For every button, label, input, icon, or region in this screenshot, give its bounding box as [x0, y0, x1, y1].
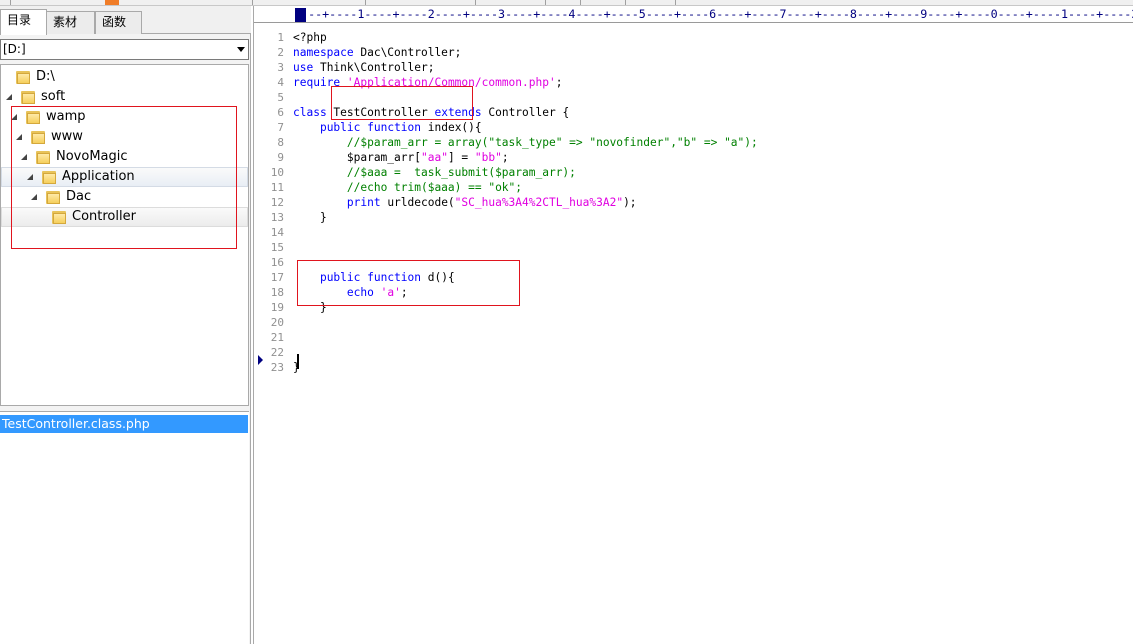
panel-tabs: 目录 素材 函数: [0, 6, 251, 35]
tree-item-label: Dac: [66, 189, 92, 204]
tree-item-dac[interactable]: Dac: [1, 187, 248, 207]
column-ruler: ----+----1----+----2----+----3----+----4…: [254, 6, 1133, 23]
drive-select-value: [D:]: [3, 42, 26, 56]
tab-directory[interactable]: 目录: [0, 9, 47, 35]
folder-icon: [36, 150, 50, 164]
toolbar-separator: [675, 0, 676, 5]
code-line[interactable]: }: [293, 211, 327, 224]
tab-functions[interactable]: 函数: [95, 11, 142, 34]
code-line[interactable]: require 'Application/Common/common.php';: [293, 76, 562, 89]
line-number: 8: [277, 136, 284, 149]
tree-item-label: soft: [41, 89, 66, 104]
code-line[interactable]: }: [293, 301, 327, 314]
drive-select[interactable]: [D:]: [0, 39, 249, 60]
line-number: 1: [277, 31, 284, 44]
toolbar-separator: [475, 0, 476, 5]
line-number: 6: [277, 106, 284, 119]
chevron-down-icon[interactable]: [237, 47, 245, 52]
line-number: 17: [270, 271, 284, 284]
folder-open-icon: [52, 210, 66, 224]
code-line[interactable]: <?php: [293, 31, 327, 44]
line-number-gutter: 1 2 3 4 5 6 7 8 9 10 11 12 13 14 15 16 17 18 19 20 21 22 23: [254, 24, 284, 644]
tree-item-d-drive[interactable]: D:\: [1, 67, 248, 87]
left-panel: 目录 素材 函数 [D:] D:\ soft wamp www NovoMagi…: [0, 6, 251, 644]
expand-triangle-icon[interactable]: [27, 174, 33, 180]
code-line[interactable]: //$param_arr = array("task_type" => "nov…: [293, 136, 758, 149]
code-line[interactable]: use Think\Controller;: [293, 61, 434, 74]
folder-icon: [31, 130, 45, 144]
folder-icon: [21, 90, 35, 104]
code-line[interactable]: //echo trim($aaa) == "ok";: [293, 181, 522, 194]
tree-item-label: NovoMagic: [56, 149, 128, 164]
line-number: 3: [277, 61, 284, 74]
expand-triangle-icon[interactable]: [11, 114, 17, 120]
tab-materials[interactable]: 素材: [46, 11, 95, 34]
current-line-marker-icon: [258, 355, 263, 365]
text-caret: [297, 354, 299, 369]
expand-triangle-icon[interactable]: [21, 154, 27, 160]
line-number: 7: [277, 121, 284, 134]
folder-icon: [16, 70, 30, 84]
line-number: 10: [270, 166, 284, 179]
tree-item-www[interactable]: www: [1, 127, 248, 147]
tree-item-label: Controller: [72, 209, 136, 224]
tree-item-controller[interactable]: Controller: [1, 207, 248, 227]
toolbar-button[interactable]: [10, 0, 11, 5]
line-number: 9: [277, 151, 284, 164]
toolbar-separator: [365, 0, 366, 5]
tree-item-label: D:\: [36, 69, 55, 84]
code-line[interactable]: namespace Dac\Controller;: [293, 46, 461, 59]
line-number: 21: [270, 331, 284, 344]
code-line[interactable]: public function index(){: [293, 121, 482, 134]
tree-item-label: Application: [62, 169, 135, 184]
tree-item-application[interactable]: Application: [1, 167, 248, 187]
code-line[interactable]: $param_arr["aa"] = "bb";: [293, 151, 509, 164]
line-number: 20: [270, 316, 284, 329]
tree-item-wamp[interactable]: wamp: [1, 107, 248, 127]
code-line[interactable]: print urldecode("SC_hua%3A4%2CTL_hua%3A2…: [293, 196, 637, 209]
toolbar-separator: [545, 0, 546, 5]
line-number: 19: [270, 301, 284, 314]
file-item[interactable]: TestController.class.php: [0, 415, 248, 433]
toolbar-separator: [252, 0, 253, 5]
code-editor[interactable]: ----+----1----+----2----+----3----+----4…: [253, 6, 1133, 644]
file-list: TestController.class.php: [0, 411, 249, 644]
toolbar-button[interactable]: [105, 0, 119, 5]
line-number: 4: [277, 76, 284, 89]
line-number: 18: [270, 286, 284, 299]
ruler-text: ----+----1----+----2----+----3----+----4…: [294, 7, 1133, 21]
line-number: 11: [270, 181, 284, 194]
expand-triangle-icon[interactable]: [6, 94, 12, 100]
folder-tree: D:\ soft wamp www NovoMagic Application …: [0, 64, 249, 406]
expand-triangle-icon[interactable]: [31, 194, 37, 200]
line-number: 12: [270, 196, 284, 209]
tree-item-novomagic[interactable]: NovoMagic: [1, 147, 248, 167]
line-number: 2: [277, 46, 284, 59]
code-line[interactable]: public function d(){: [293, 271, 455, 284]
code-line[interactable]: echo 'a';: [293, 286, 408, 299]
tree-item-label: wamp: [46, 109, 86, 124]
line-number: 13: [270, 211, 284, 224]
folder-icon: [26, 110, 40, 124]
toolbar-separator: [625, 0, 626, 5]
folder-icon: [46, 190, 60, 204]
line-number: 14: [270, 226, 284, 239]
line-number: 16: [270, 256, 284, 269]
line-number: 15: [270, 241, 284, 254]
expand-triangle-icon[interactable]: [16, 134, 22, 140]
folder-icon: [42, 170, 56, 184]
tree-item-soft[interactable]: soft: [1, 87, 248, 107]
toolbar-separator: [580, 0, 581, 5]
code-line[interactable]: //$aaa = task_submit($param_arr);: [293, 166, 576, 179]
code-line[interactable]: class TestController extends Controller …: [293, 106, 569, 119]
line-number: 5: [277, 91, 284, 104]
tree-item-label: www: [51, 129, 83, 144]
